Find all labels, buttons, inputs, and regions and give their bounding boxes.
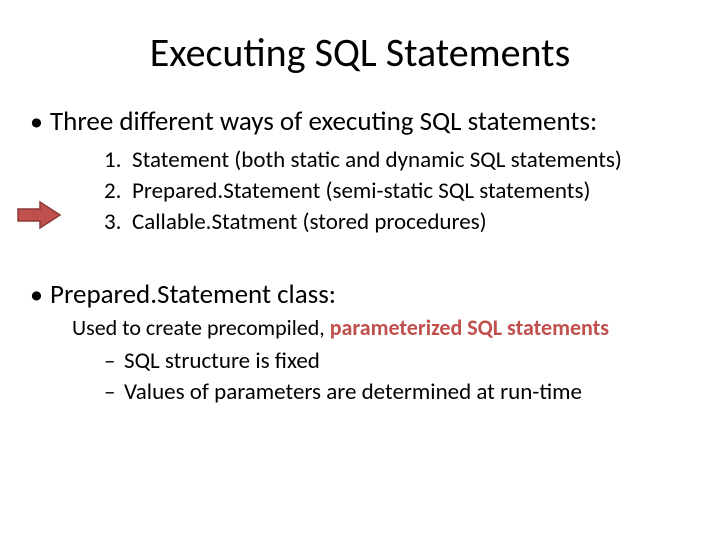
- arrow-icon: [16, 200, 62, 230]
- bullet-2-text: Prepared.Statement class:: [50, 278, 336, 311]
- num-item-3: Callable.Statment (stored procedures): [104, 207, 692, 238]
- num-item-2: Prepared.Statement (semi-static SQL stat…: [104, 176, 692, 207]
- subtext-line: Used to create precompiled, parameterize…: [72, 314, 692, 343]
- bullet-item-1: Three different ways of executing SQL st…: [28, 105, 692, 238]
- bullet-1-text: Three different ways of executing SQL st…: [50, 105, 597, 138]
- bullet-list: Three different ways of executing SQL st…: [28, 105, 692, 238]
- arrow-shape: [18, 202, 60, 228]
- num-item-1: Statement (both static and dynamic SQL s…: [104, 145, 692, 176]
- bullet-item-2: Prepared.Statement class: Used to create…: [28, 278, 692, 408]
- slide-title: Executing SQL Statements: [28, 28, 692, 77]
- bullet-list-2: Prepared.Statement class: Used to create…: [28, 278, 692, 408]
- subtext-plain: Used to create precompiled,: [72, 314, 330, 341]
- dash-item-1: SQL structure is fixed: [104, 346, 692, 377]
- spacer: [28, 256, 692, 278]
- slide: Executing SQL Statements Three different…: [0, 0, 720, 540]
- numbered-list: Statement (both static and dynamic SQL s…: [50, 145, 692, 238]
- dash-list: SQL structure is fixed Values of paramet…: [50, 346, 692, 408]
- subtext-accent: parameterized SQL statements: [330, 314, 609, 341]
- dash-item-2: Values of parameters are determined at r…: [104, 377, 692, 408]
